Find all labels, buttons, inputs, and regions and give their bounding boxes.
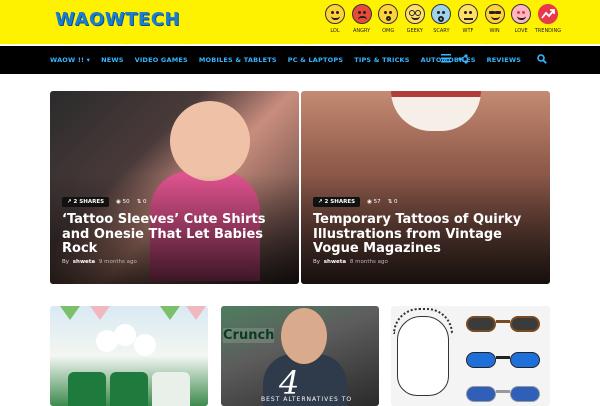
comments-count: 0 [393, 199, 398, 205]
post-meta: ↗ 2 SHARES ◉ 50 ⇅ 0 [62, 197, 153, 207]
post-title[interactable]: Temporary Tattoos of Quirky Illustration… [313, 212, 538, 257]
post-thumbnail-mason-jars[interactable] [50, 306, 208, 406]
bunting-flag [60, 306, 80, 320]
reaction-label: WIN [489, 28, 500, 34]
nav-item-video-games[interactable]: VIDEO GAMES [135, 56, 188, 64]
nav-item-mobiles-tablets[interactable]: MOBILES & TABLETS [199, 56, 277, 64]
mason-jar [110, 372, 148, 406]
views-count: 50 [122, 199, 130, 205]
search-icon[interactable] [537, 54, 547, 67]
post-byline: By shweta 8 months ago [313, 259, 388, 265]
post-thumbnail-alternatives[interactable]: Crunch 4 BEST ALTERNATIVES TO [221, 306, 379, 406]
omg-face-icon [378, 4, 399, 24]
reaction-love[interactable]: LOVE [508, 4, 534, 34]
wtf-face-icon [457, 4, 478, 24]
geeky-face-icon [404, 4, 425, 24]
shares-count: 2 SHARES [324, 199, 356, 205]
reaction-angry[interactable]: ANGRY [349, 4, 375, 34]
sunglasses-icon [466, 316, 540, 332]
views-count: 57 [373, 199, 381, 205]
share-icon[interactable] [458, 54, 468, 67]
reaction-trending[interactable]: TRENDING [535, 4, 561, 34]
nav-item-news[interactable]: NEWS [101, 56, 124, 64]
reaction-label: WTF [462, 28, 474, 34]
reaction-label: GEEKY [406, 28, 423, 34]
reaction-scary[interactable]: SCARY [428, 4, 454, 34]
baby-face [170, 101, 250, 181]
comments-count: 0 [142, 199, 147, 205]
person-face [281, 308, 327, 364]
reaction-label: SCARY [433, 28, 450, 34]
nav-item-waow[interactable]: WAOW !! ▾ [50, 56, 90, 64]
byline-prefix: By [313, 259, 321, 265]
watermark-text: Crunch [223, 328, 275, 343]
nav-item-pc-laptops[interactable]: PC & LAPTOPS [288, 56, 343, 64]
bunting-flag [90, 306, 110, 320]
byline-prefix: By [62, 259, 70, 265]
angry-face-icon [351, 4, 372, 24]
mason-jar [152, 372, 190, 406]
reaction-wtf[interactable]: WTF [455, 4, 481, 34]
lol-face-icon [325, 4, 345, 24]
nav-item-reviews[interactable]: REVIEWS [487, 56, 522, 64]
shares-badge[interactable]: ↗ 2 SHARES [62, 197, 110, 207]
post-byline: By shweta 9 months ago [62, 259, 137, 265]
reaction-geeky[interactable]: GEEKY [402, 4, 428, 34]
author-link[interactable]: shweta [324, 259, 346, 265]
reaction-bar: LOL ANGRY OMG GEEKY SCARY WTF WIN LOVE T… [322, 4, 561, 34]
views-stat: ◉ 57 [367, 199, 381, 205]
reaction-label: OMG [382, 28, 395, 34]
win-face-icon [484, 4, 505, 24]
site-logo[interactable]: WAOWTECH [55, 9, 180, 30]
love-face-icon [511, 4, 532, 24]
views-stat: ◉ 50 [116, 199, 130, 205]
author-link[interactable]: shweta [73, 259, 95, 265]
main-nav: WAOW !! ▾ NEWS VIDEO GAMES MOBILES & TAB… [0, 46, 600, 74]
reaction-label: TRENDING [534, 28, 562, 34]
flower [134, 334, 156, 356]
shares-count: 2 SHARES [73, 199, 105, 205]
reaction-win[interactable]: WIN [482, 4, 508, 34]
post-title[interactable]: ‘Tattoo Sleeves’ Cute Shirts and Onesie … [62, 212, 287, 257]
trending-icon [537, 4, 558, 24]
flower [114, 324, 136, 346]
scary-face-icon [431, 4, 452, 24]
shares-badge[interactable]: ↗ 2 SHARES [313, 197, 361, 207]
comments-stat: ⇅ 0 [137, 199, 147, 205]
reaction-label: LOVE [514, 28, 528, 34]
bunting-flag [186, 306, 206, 320]
post-time: 8 months ago [349, 259, 388, 265]
featured-post-card[interactable]: ↗ 2 SHARES ◉ 50 ⇅ 0 ‘Tattoo Sleeves’ Cut… [50, 91, 299, 284]
header-drip-edge [0, 38, 600, 45]
reaction-label: ANGRY [352, 28, 371, 34]
bunting-flag [160, 306, 180, 320]
post-time: 9 months ago [98, 259, 137, 265]
sunglasses-icon [466, 352, 540, 368]
smile-image [391, 91, 481, 131]
post-meta: ↗ 2 SHARES ◉ 57 ⇅ 0 [313, 197, 404, 207]
hamburger-icon[interactable] [441, 54, 451, 66]
featured-post-card[interactable]: ↗ 2 SHARES ◉ 57 ⇅ 0 Temporary Tattoos of… [301, 91, 550, 284]
reaction-label: LOL [330, 28, 340, 34]
nav-item-tips-tricks[interactable]: TIPS & TRICKS [354, 56, 409, 64]
mason-jar [68, 372, 106, 406]
comments-stat: ⇅ 0 [388, 199, 398, 205]
post-thumbnail-sunglasses[interactable] [391, 306, 550, 406]
reaction-omg[interactable]: OMG [375, 4, 401, 34]
hair-sketch [393, 308, 453, 334]
reaction-lol[interactable]: LOL [322, 4, 348, 34]
